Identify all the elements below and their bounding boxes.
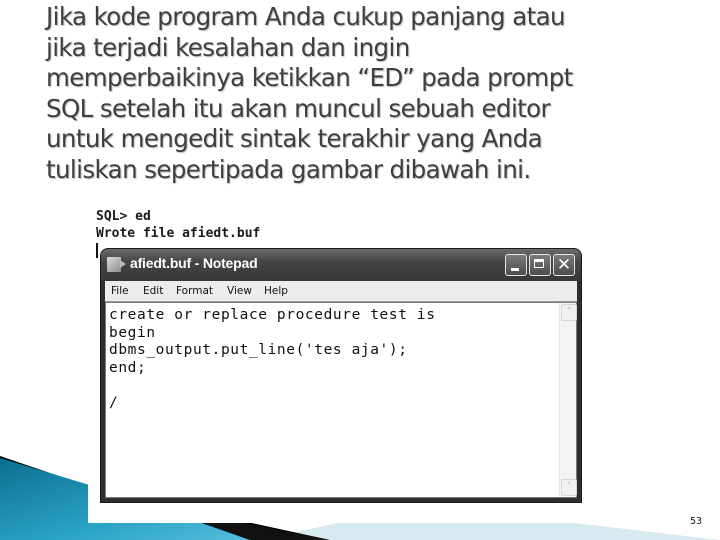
code-line: dbms_output.put_line('tes aja'); (109, 342, 408, 358)
menu-file[interactable]: File (111, 285, 129, 297)
menu-edit[interactable]: Edit (143, 285, 163, 297)
paragraph-line: Jika kode program Anda cukup panjang ata… (46, 2, 566, 31)
minimize-button[interactable] (505, 254, 527, 276)
screenshot-frame: SQL> ed Wrote file afiedt.buf afiedt.buf… (88, 203, 590, 523)
maximize-button[interactable] (529, 254, 551, 276)
paragraph-line: tuliskan sepertipada gambar dibawah ini. (46, 154, 531, 184)
code-line: end; (109, 359, 147, 376)
close-button[interactable]: ✕ (553, 254, 575, 276)
page-number: 53 (690, 516, 703, 527)
editor-content: create or replace procedure test is begi… (109, 307, 436, 412)
chevron-down-icon: ˅ (566, 482, 572, 492)
menu-help[interactable]: Help (264, 285, 288, 297)
menu-bar: File Edit Format View Help (105, 281, 577, 302)
notepad-window: afiedt.buf - Notepad ✕ File Edit Format … (101, 249, 581, 502)
sqlplus-console: SQL> ed Wrote file afiedt.buf (96, 208, 260, 242)
paragraph-line: SQL setelah itu akan muncul sebuah edito… (46, 93, 551, 123)
vertical-scrollbar[interactable]: ˄ ˅ (559, 303, 577, 497)
console-line: SQL> ed (96, 209, 151, 224)
paragraph-line: untuk mengedit sintak terakhir yang Anda (46, 124, 543, 153)
paragraph-line: jika terjadi kesalahan dan ingin (46, 32, 410, 62)
window-title: afiedt.buf - Notepad (130, 255, 258, 271)
code-line: create or replace procedure test is (109, 307, 436, 323)
paragraph-line: memperbaikinya ketikkan “ED” pada prompt (46, 63, 573, 92)
text-editor-area[interactable]: create or replace procedure test is begi… (105, 302, 577, 498)
console-line: Wrote file afiedt.buf (96, 226, 261, 241)
code-line: / (109, 394, 119, 411)
menu-view[interactable]: View (227, 285, 252, 297)
console-cursor (96, 243, 98, 258)
notepad-icon (107, 257, 126, 272)
close-icon: ✕ (556, 255, 572, 275)
scroll-up-button[interactable]: ˄ (561, 304, 577, 321)
code-line: begin (109, 324, 156, 341)
scroll-down-button[interactable]: ˅ (561, 479, 577, 496)
slide-paragraph: Jika kode program Anda cukup panjang ata… (46, 2, 686, 185)
notepad-titlebar[interactable]: afiedt.buf - Notepad ✕ (101, 249, 581, 281)
chevron-up-icon: ˄ (566, 307, 572, 317)
menu-format[interactable]: Format (176, 285, 213, 297)
